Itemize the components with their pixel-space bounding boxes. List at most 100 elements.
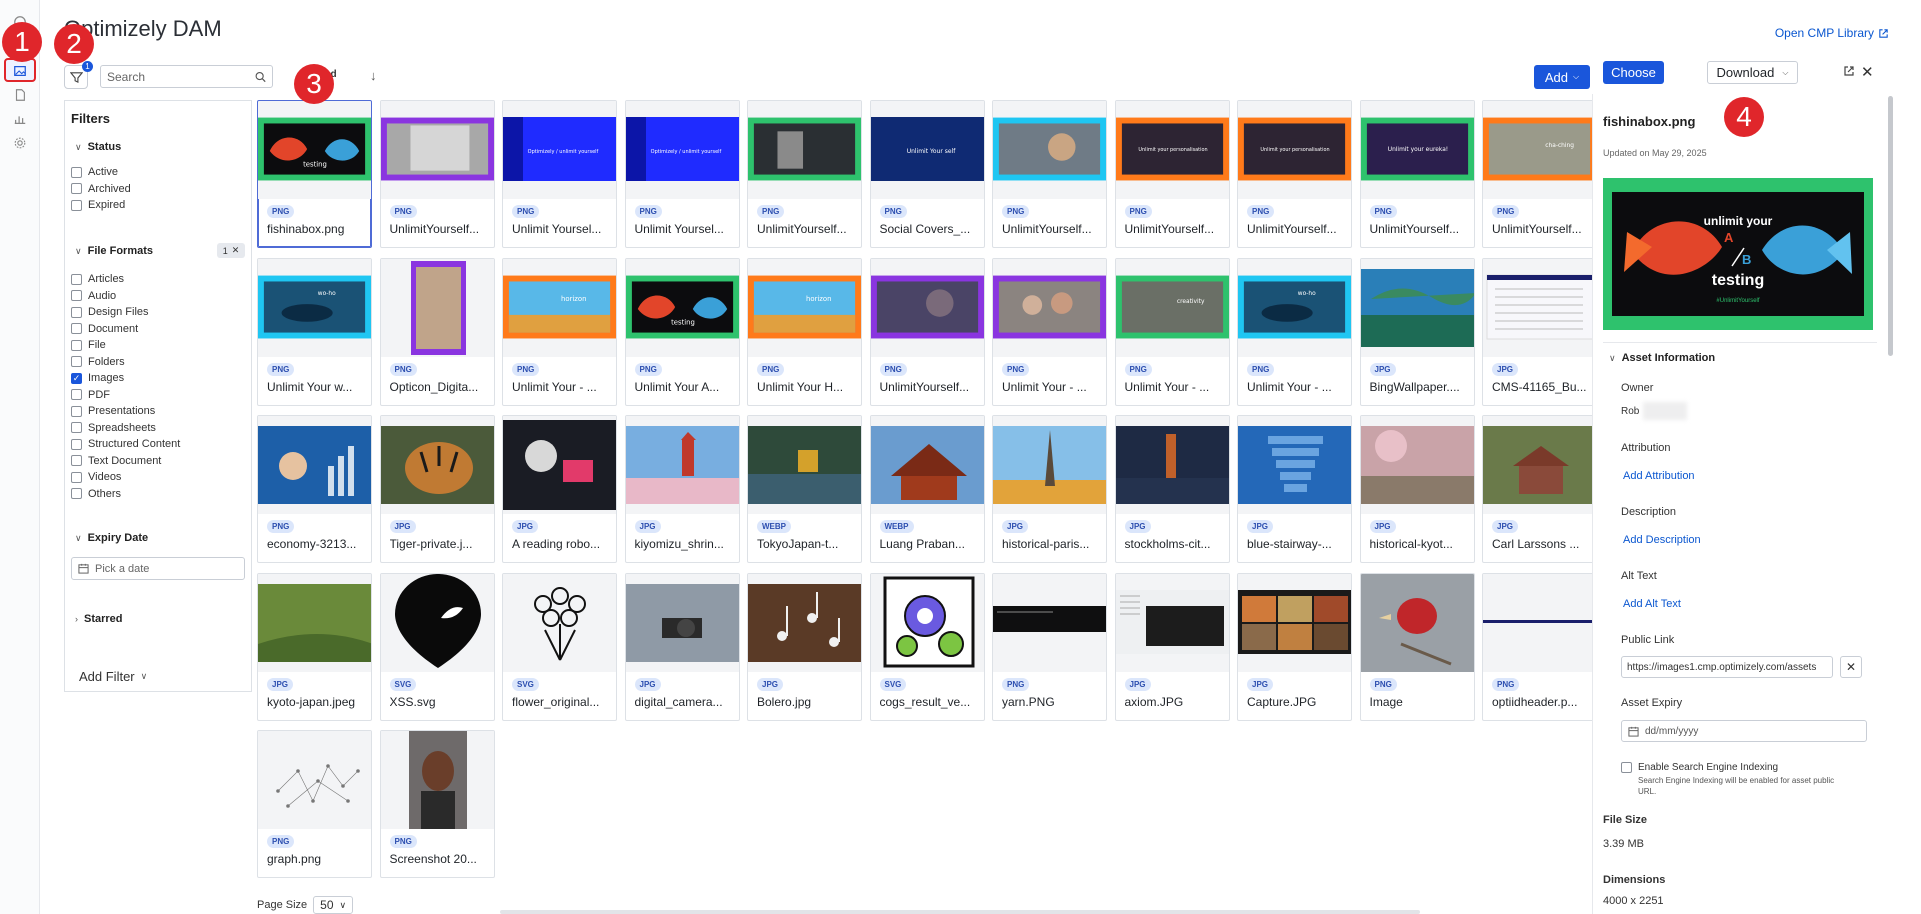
popout-icon[interactable] <box>1843 65 1855 77</box>
filter-checkbox[interactable] <box>71 199 82 211</box>
asset-card[interactable]: PNG graph.png <box>257 730 372 878</box>
filter-checkbox[interactable] <box>71 166 82 178</box>
filter-option[interactable]: Archived <box>71 182 131 196</box>
page-size-select[interactable]: 50 ∨ <box>313 896 354 914</box>
asset-card[interactable]: PNG UnlimitYourself... <box>379 100 495 248</box>
filter-option[interactable]: Folders <box>71 355 125 369</box>
asset-card[interactable]: JPG historical-paris... <box>992 415 1107 563</box>
add-alt-text-link[interactable]: Add Alt Text <box>1623 598 1681 610</box>
asset-card[interactable]: JPG Bolero.jpg <box>747 572 862 721</box>
filter-checkbox[interactable] <box>71 356 82 367</box>
asset-card[interactable]: JPG Tiger-private.j... <box>379 415 495 563</box>
asset-card[interactable]: Unlimit your personalisation PNG UnlimitYo… <box>1114 100 1230 248</box>
seo-indexing-checkbox[interactable] <box>1621 762 1632 773</box>
add-button[interactable]: Add ⌵ <box>1534 65 1590 89</box>
filter-option[interactable]: Structured Content <box>71 437 180 451</box>
asset-card[interactable]: SVG XSS.svg <box>379 572 495 721</box>
download-button[interactable]: Download ⌵ <box>1707 61 1798 84</box>
filter-checkbox[interactable] <box>71 389 82 400</box>
asset-card[interactable]: PNG Image <box>1359 572 1475 721</box>
filter-option[interactable]: Videos <box>71 470 121 484</box>
asset-card[interactable]: Unlimit Your self PNG Social Covers_... <box>869 100 985 248</box>
sort-direction-arrow-icon[interactable]: ↓ <box>370 68 377 83</box>
asset-card[interactable]: cha-ching PNG UnlimitYourself... <box>1482 100 1597 248</box>
asset-card[interactable]: JPG BingWallpaper.... <box>1359 257 1475 406</box>
asset-card[interactable]: WEBP Luang Praban... <box>869 415 985 563</box>
asset-card[interactable]: WEBP TokyoJapan-t... <box>747 415 862 563</box>
asset-card[interactable]: SVG flower_original... <box>502 572 617 721</box>
asset-card[interactable]: creativity PNG Unlimit Your - ... <box>1114 257 1230 406</box>
image-library-icon[interactable] <box>12 63 28 79</box>
asset-card[interactable]: PNG UnlimitYourself... <box>747 100 862 248</box>
details-scrollbar[interactable] <box>1888 96 1893 356</box>
filter-checkbox[interactable] <box>71 290 82 301</box>
horizontal-scrollbar[interactable] <box>500 910 1420 914</box>
add-description-link[interactable]: Add Description <box>1623 534 1701 546</box>
filter-option[interactable]: Audio <box>71 289 116 303</box>
asset-card[interactable]: JPG A reading robo... <box>502 415 617 563</box>
asset-card[interactable]: horizon PNG Unlimit Your H... <box>747 257 862 406</box>
status-section-header[interactable]: ∨ Status <box>75 141 121 153</box>
filter-option[interactable]: Others <box>71 487 121 501</box>
filter-option[interactable]: PDF <box>71 388 110 402</box>
expiry-date-picker[interactable]: Pick a date <box>71 557 245 580</box>
filter-checkbox[interactable] <box>71 323 82 334</box>
filter-checkbox[interactable] <box>71 273 82 285</box>
add-attribution-link[interactable]: Add Attribution <box>1623 470 1695 482</box>
asset-card[interactable]: JPG kyoto-japan.jpeg <box>257 572 372 721</box>
asset-card[interactable]: SVG cogs_result_ve... <box>869 572 985 721</box>
asset-preview[interactable]: unlimit your A B testing #UnlimitYoursel… <box>1603 178 1873 330</box>
search-input[interactable] <box>107 69 255 84</box>
asset-card[interactable]: testing PNG Unlimit Your A... <box>624 257 740 406</box>
filter-checkbox[interactable] <box>71 306 82 318</box>
filter-option[interactable]: Articles <box>71 272 124 286</box>
filter-checkbox[interactable] <box>71 339 82 351</box>
filter-option[interactable]: Active <box>71 165 118 179</box>
document-icon[interactable] <box>12 87 28 103</box>
asset-card[interactable]: JPG Carl Larssons ... <box>1482 415 1597 563</box>
clear-public-link-icon[interactable]: ✕ <box>1840 656 1862 678</box>
asset-card[interactable]: PNG yarn.PNG <box>992 572 1107 721</box>
open-cmp-library-link[interactable]: Open CMP Library <box>1775 26 1889 40</box>
asset-card[interactable]: testing PNG fishinabox.png <box>257 100 372 248</box>
clear-icon[interactable]: ✕ <box>232 245 240 256</box>
filter-option[interactable]: ✓ Images <box>71 371 124 385</box>
filter-option[interactable]: Spreadsheets <box>71 421 156 435</box>
file-formats-section-header[interactable]: ∨ File Formats <box>75 245 153 257</box>
filter-checkbox[interactable] <box>71 405 82 417</box>
asset-card[interactable]: PNG Opticon_Digita... <box>379 257 495 406</box>
asset-card[interactable]: JPG historical-kyot... <box>1359 415 1475 563</box>
starred-section-header[interactable]: › Starred <box>75 613 123 625</box>
filter-checkbox[interactable] <box>71 471 82 483</box>
filter-checkbox[interactable] <box>71 455 82 466</box>
asset-card[interactable]: Unlimit your eureka! PNG UnlimitYourself..… <box>1359 100 1475 248</box>
asset-card[interactable]: horizon PNG Unlimit Your - ... <box>502 257 617 406</box>
asset-card[interactable]: PNG Screenshot 20... <box>379 730 495 878</box>
close-details-icon[interactable]: ✕ <box>1861 63 1874 81</box>
asset-card[interactable]: JPG digital_camera... <box>624 572 740 721</box>
asset-card[interactable]: PNG UnlimitYourself... <box>992 100 1107 248</box>
asset-card[interactable]: JPG Capture.JPG <box>1237 572 1352 721</box>
asset-card[interactable]: Optimizely / unlimit yourself PNG Unlimit … <box>502 100 617 248</box>
asset-card[interactable]: PNG optiidheader.p... <box>1482 572 1597 721</box>
asset-card[interactable]: PNG Unlimit Your - ... <box>992 257 1107 406</box>
filter-option[interactable]: Presentations <box>71 404 155 418</box>
filter-checkbox[interactable]: ✓ <box>71 372 82 384</box>
add-filter-button[interactable]: Add Filter ∨ <box>79 669 147 684</box>
filter-option[interactable]: Expired <box>71 198 125 212</box>
asset-card[interactable]: JPG CMS-41165_Bu... <box>1482 257 1597 406</box>
asset-information-header[interactable]: ∨ Asset Information <box>1609 352 1715 364</box>
settings-icon[interactable] <box>12 135 28 151</box>
filter-option[interactable]: Document <box>71 322 138 336</box>
filter-checkbox[interactable] <box>71 422 82 433</box>
filter-option[interactable]: File <box>71 338 106 352</box>
asset-card[interactable]: JPG stockholms-cit... <box>1114 415 1230 563</box>
asset-card[interactable]: Unlimit your personalisation PNG UnlimitYo… <box>1237 100 1352 248</box>
file-formats-count-chip[interactable]: 1 ✕ <box>217 243 245 258</box>
asset-card[interactable]: PNG UnlimitYourself... <box>869 257 985 406</box>
expiry-date-section-header[interactable]: ∨ Expiry Date <box>75 532 148 544</box>
choose-button[interactable]: Choose <box>1603 61 1664 84</box>
asset-card[interactable]: wo-ho PNG Unlimit Your - ... <box>1237 257 1352 406</box>
filter-option[interactable]: Text Document <box>71 454 161 468</box>
asset-card[interactable]: JPG kiyomizu_shrin... <box>624 415 740 563</box>
